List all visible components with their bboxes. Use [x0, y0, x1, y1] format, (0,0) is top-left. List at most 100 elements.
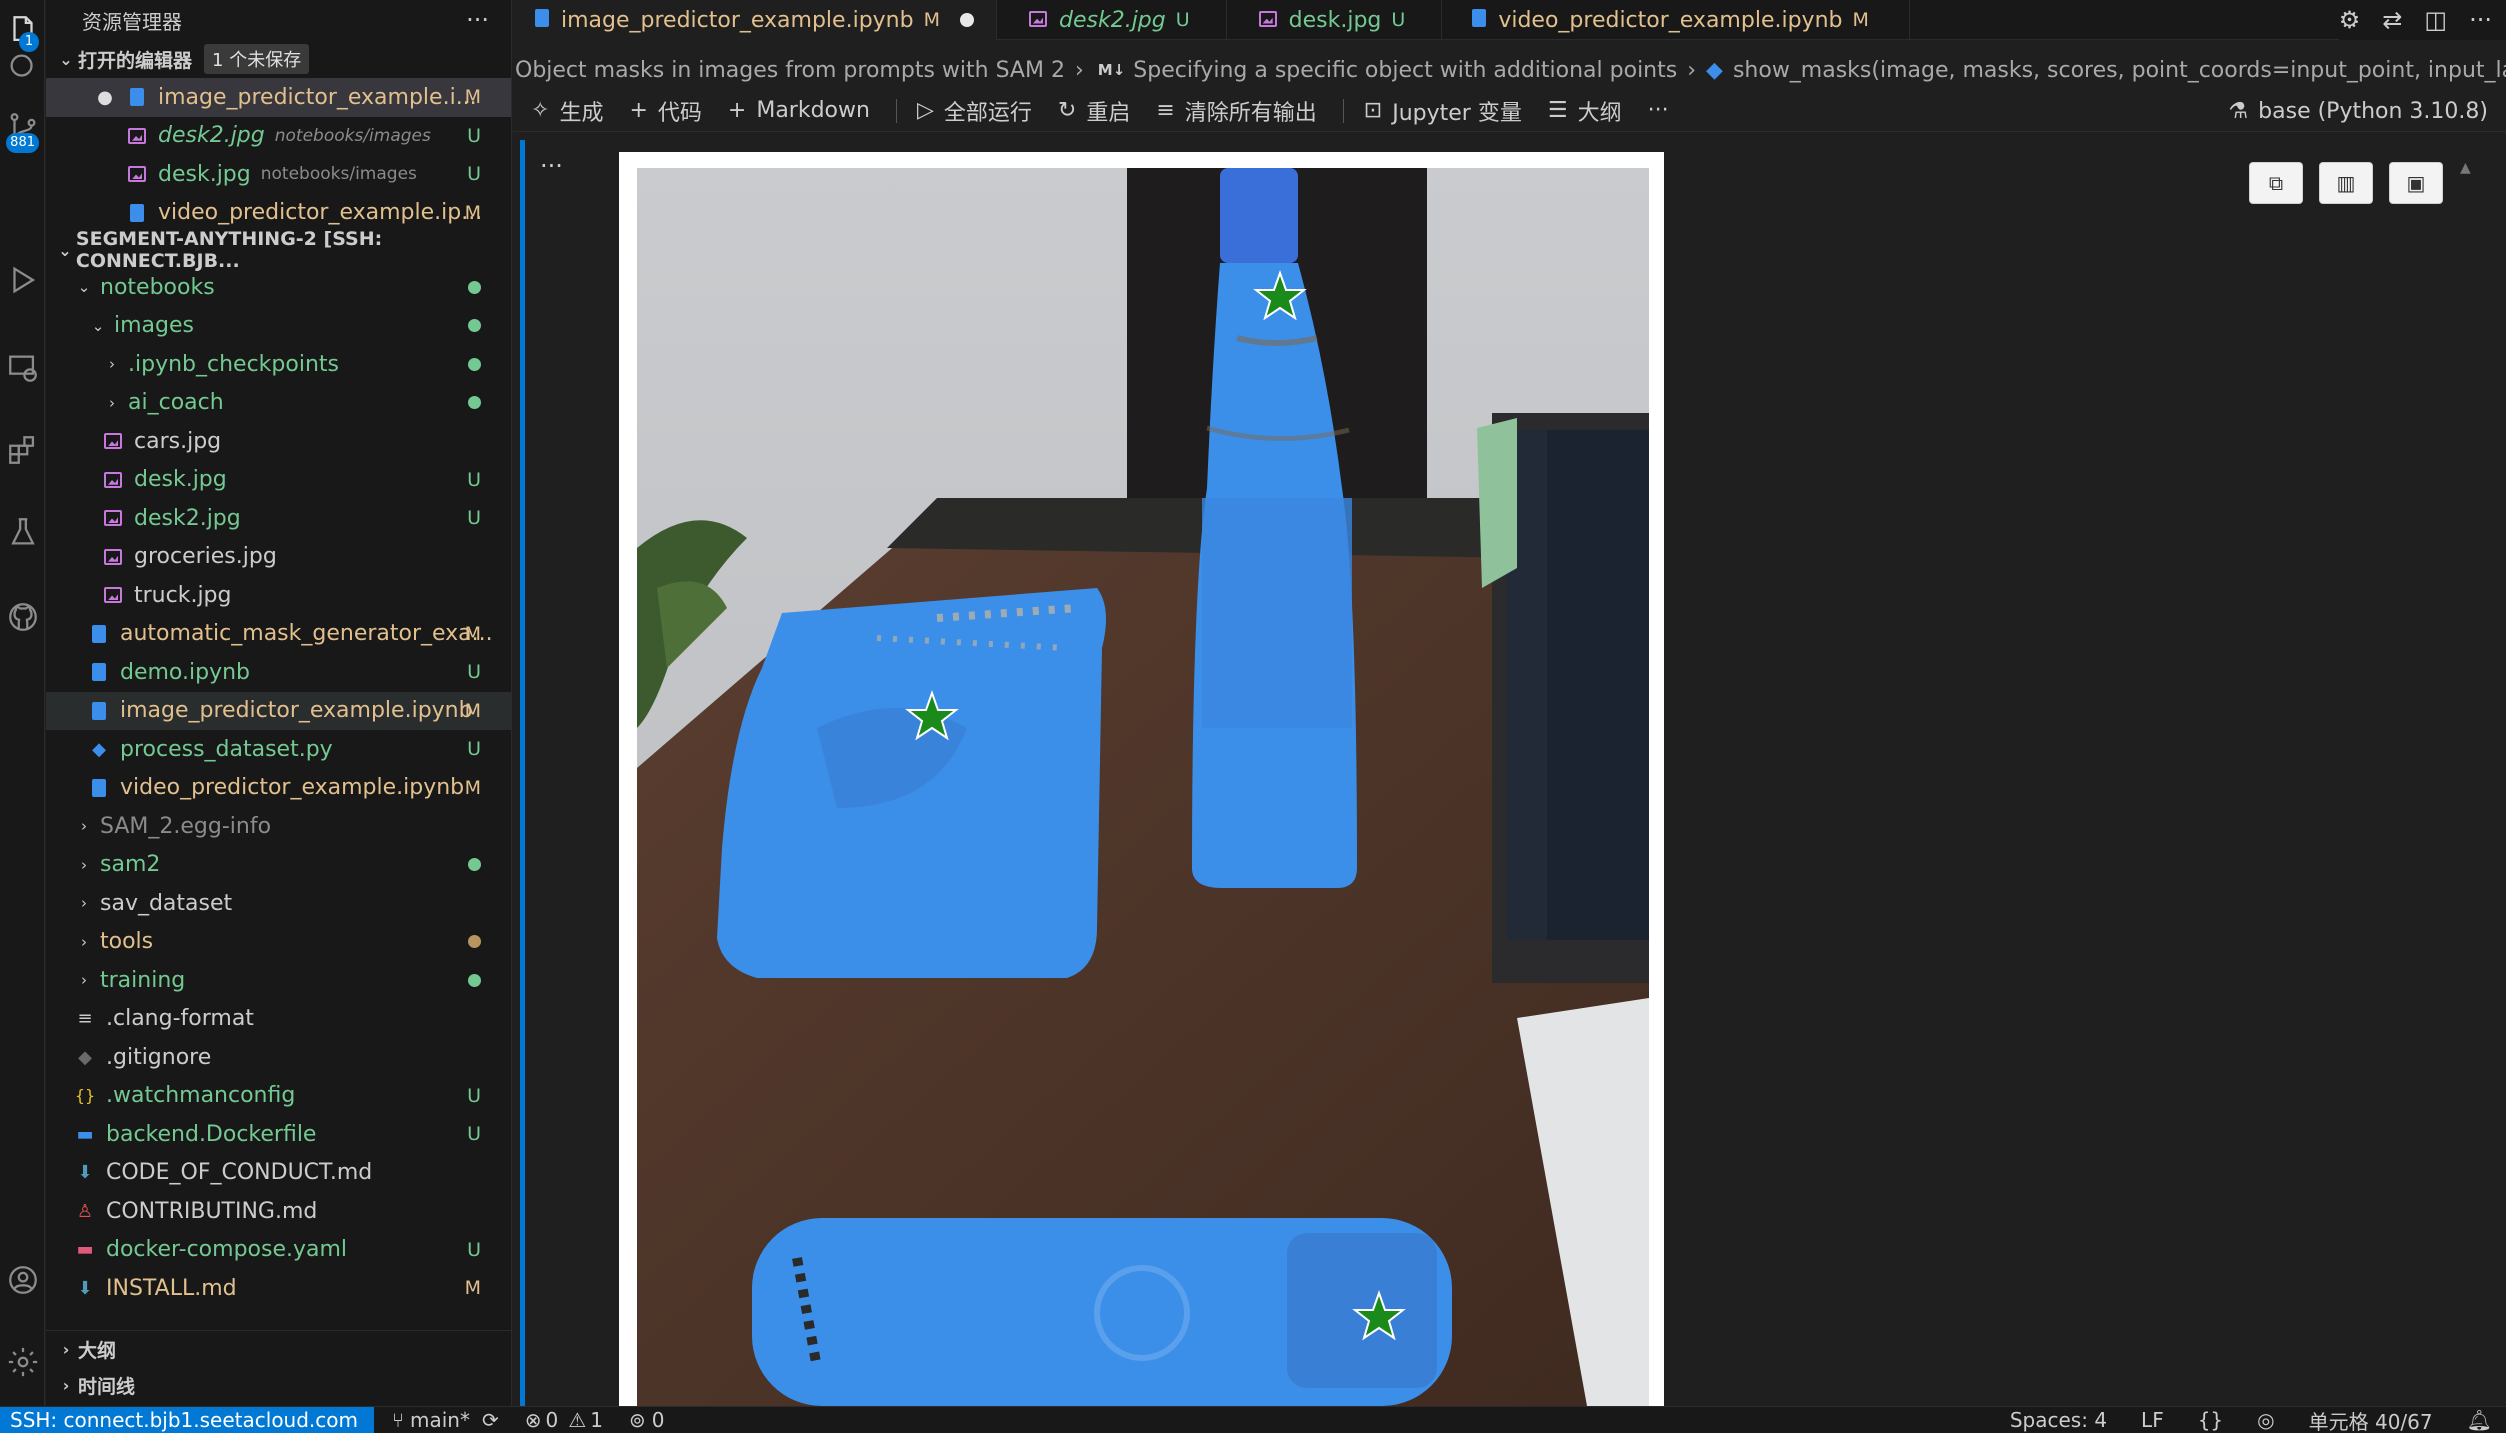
explorer-more-button[interactable]: ···: [466, 6, 489, 34]
workspace-section[interactable]: ⌄ SEGMENT-ANYTHING-2 [SSH: CONNECT.BJB..…: [46, 228, 511, 272]
tree-folder[interactable]: ⌄ images: [46, 307, 511, 346]
split-editor-icon[interactable]: ◫: [2424, 6, 2447, 34]
problems-indicator[interactable]: ⊗ 0 ⚠ 1: [525, 1408, 603, 1432]
source-control-icon[interactable]: 881: [0, 97, 45, 157]
tree-file[interactable]: ◆ process_dataset.py U: [46, 730, 511, 769]
clear-outputs-button[interactable]: ≡ 清除所有输出: [1156, 95, 1316, 127]
indentation-indicator[interactable]: Spaces: 4: [2010, 1408, 2107, 1432]
cell-position-indicator[interactable]: 单元格 40/67: [2309, 1406, 2433, 1433]
scroll-up-icon[interactable]: ▲: [2460, 160, 2471, 176]
bar-chart-icon[interactable]: ▥: [2319, 162, 2373, 204]
open-editor-item[interactable]: desk.jpg notebooks/images U: [46, 155, 511, 194]
outline-section[interactable]: › 大纲: [46, 1331, 511, 1367]
save-output-icon[interactable]: ▣: [2389, 162, 2443, 204]
tree-folder[interactable]: › .ipynb_checkpoints: [46, 345, 511, 384]
toolbar-more-button[interactable]: ···: [1648, 98, 1669, 123]
tree-file[interactable]: ♙ CONTRIBUTING.md: [46, 1192, 511, 1231]
tree-file[interactable]: desk2.jpg U: [46, 499, 511, 538]
compare-changes-icon[interactable]: ⇄: [2382, 6, 2402, 34]
tree-file[interactable]: ▬ docker-compose.yaml U: [46, 1231, 511, 1270]
timeline-section[interactable]: › 时间线: [46, 1367, 511, 1403]
tree-file[interactable]: video_predictor_example.ipynb M: [46, 769, 511, 808]
sync-icon: ⟳: [481, 1408, 499, 1432]
add-markdown-button[interactable]: + Markdown: [728, 98, 870, 123]
search-icon[interactable]: [0, 37, 45, 97]
file-name: .clang-format: [106, 1006, 254, 1032]
more-actions-icon[interactable]: ···: [2469, 6, 2492, 34]
tree-file[interactable]: ◆ .gitignore: [46, 1038, 511, 1077]
tree-folder[interactable]: › sav_dataset: [46, 884, 511, 923]
tree-file-selected[interactable]: image_predictor_example.ipynb M: [46, 691, 511, 730]
file-name: image_predictor_example.ipynb: [120, 698, 473, 724]
tab-desk2[interactable]: desk2.jpg U: [997, 0, 1227, 40]
eol-indicator[interactable]: LF: [2141, 1408, 2164, 1432]
tree-folder[interactable]: › ai_coach: [46, 384, 511, 423]
language-braces-indicator[interactable]: {}: [2198, 1408, 2223, 1432]
tree-file[interactable]: automatic_mask_generator_exa... M: [46, 615, 511, 654]
folder-name: sav_dataset: [100, 890, 233, 916]
github-icon[interactable]: [0, 587, 45, 647]
extensions-icon[interactable]: [0, 420, 45, 480]
tab-label: desk2.jpg: [1059, 7, 1166, 33]
ports-indicator[interactable]: ⊚ 0: [629, 1408, 665, 1432]
chevron-right-icon: ›: [1687, 57, 1697, 83]
open-editor-name: video_predictor_example.ip...: [158, 200, 483, 226]
tab-image-predictor[interactable]: image_predictor_example.ipynb M: [513, 0, 997, 40]
copilot-icon[interactable]: ◎: [2257, 1408, 2274, 1432]
tree-folder[interactable]: › sam2: [46, 846, 511, 885]
remote-explorer-icon[interactable]: [0, 338, 45, 398]
unsaved-dot-icon[interactable]: [960, 13, 974, 27]
tree-folder[interactable]: ⌄ notebooks: [46, 268, 511, 307]
copy-output-icon[interactable]: ⧉: [2249, 162, 2303, 204]
restart-label: 重启: [1086, 100, 1131, 126]
open-editors-section[interactable]: ⌄ 打开的编辑器 1 个未保存: [46, 40, 511, 78]
tree-folder[interactable]: › SAM_2.egg-info: [46, 807, 511, 846]
variables-button[interactable]: ⊡ Jupyter 变量: [1364, 95, 1522, 127]
open-editor-item[interactable]: ● image_predictor_example.i... M: [46, 78, 511, 117]
tree-file[interactable]: desk.jpg U: [46, 461, 511, 500]
tree-folder[interactable]: › tools: [46, 923, 511, 962]
tree-file[interactable]: cars.jpg: [46, 422, 511, 461]
open-editor-name: image_predictor_example.i...: [158, 84, 477, 110]
mask-output-image: [637, 168, 1649, 1406]
kernel-picker[interactable]: ⚗ base (Python 3.10.8): [2228, 90, 2488, 132]
outline-button[interactable]: ☰ 大纲: [1548, 95, 1622, 127]
editor-actions: ⚙ ⇄ ◫ ···: [2338, 0, 2506, 40]
tree-folder[interactable]: › training: [46, 961, 511, 1000]
explorer-sidebar: 资源管理器 ··· ⌄ 打开的编辑器 1 个未保存 ● image_predic…: [46, 0, 512, 1406]
file-name: automatic_mask_generator_exa...: [120, 621, 493, 647]
settings-gear-icon[interactable]: ⚙: [2339, 6, 2361, 34]
toolbar-divider: [1342, 98, 1344, 123]
tree-file[interactable]: {} .watchmanconfig U: [46, 1077, 511, 1116]
run-debug-icon[interactable]: [0, 250, 45, 310]
tree-file[interactable]: ⬇ INSTALL.md M: [46, 1269, 511, 1308]
run-all-button[interactable]: ▷ 全部运行: [917, 95, 1032, 127]
tab-desk[interactable]: desk.jpg U: [1227, 0, 1443, 40]
breadcrumb-item[interactable]: Object masks in images from prompts with…: [515, 58, 1065, 83]
open-editor-item[interactable]: desk2.jpg notebooks/images U: [46, 117, 511, 156]
breadcrumb-item[interactable]: show_masks(image, masks, scores, point_c…: [1733, 58, 2506, 83]
notifications-bell-icon[interactable]: 🔔︎: [2467, 1408, 2492, 1432]
testing-icon[interactable]: [0, 502, 45, 562]
image-file-icon: [102, 507, 124, 529]
tree-file[interactable]: truck.jpg: [46, 576, 511, 615]
add-code-button[interactable]: + 代码: [629, 95, 701, 127]
remote-indicator[interactable]: SSH: connect.bjb1.seetacloud.com: [0, 1406, 374, 1433]
tree-file[interactable]: groceries.jpg: [46, 538, 511, 577]
restart-button[interactable]: ↻ 重启: [1058, 95, 1130, 127]
tree-file[interactable]: ⬇ CODE_OF_CONDUCT.md: [46, 1154, 511, 1193]
tree-file[interactable]: ▬ backend.Dockerfile U: [46, 1115, 511, 1154]
account-icon[interactable]: [0, 1250, 45, 1310]
notebook-icon: [126, 86, 148, 108]
kernel-icon: ⚗: [2228, 98, 2249, 124]
tree-file[interactable]: demo.ipynb U: [46, 653, 511, 692]
breadcrumb-item[interactable]: Specifying a specific object with additi…: [1133, 58, 1677, 83]
tree-file[interactable]: ≡ .clang-format: [46, 1000, 511, 1039]
open-editor-item[interactable]: video_predictor_example.ip... M: [46, 194, 511, 233]
generate-button[interactable]: ✧ 生成: [531, 95, 603, 127]
chevron-down-icon: ⌄: [77, 278, 91, 297]
tab-video-predictor[interactable]: video_predictor_example.ipynb M: [1442, 0, 1910, 40]
branch-indicator[interactable]: ⑂ main* ⟳: [392, 1408, 499, 1432]
cell-more-button[interactable]: ···: [540, 152, 563, 180]
settings-gear-icon[interactable]: [0, 1332, 45, 1392]
